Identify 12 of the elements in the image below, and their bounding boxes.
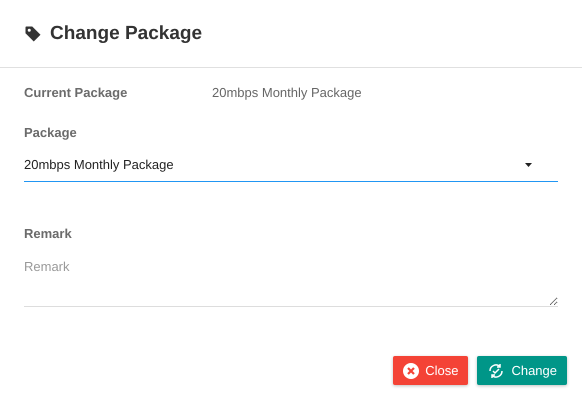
dialog-title: Change Package <box>50 22 202 44</box>
field-value: 20mbps Monthly Package <box>212 84 362 100</box>
caret-icon <box>525 162 532 166</box>
field-label: Current Package <box>24 84 128 100</box>
field-label: Remark <box>24 226 73 241</box>
package-select[interactable]: 20mbps Monthly Package <box>24 148 558 182</box>
close-button[interactable]: Close <box>393 356 468 385</box>
refresh-check-icon <box>487 362 506 380</box>
close-icon <box>403 362 420 378</box>
tag-icon <box>24 24 42 42</box>
field-label: Package <box>24 125 78 140</box>
change-button[interactable]: Change <box>477 356 567 385</box>
